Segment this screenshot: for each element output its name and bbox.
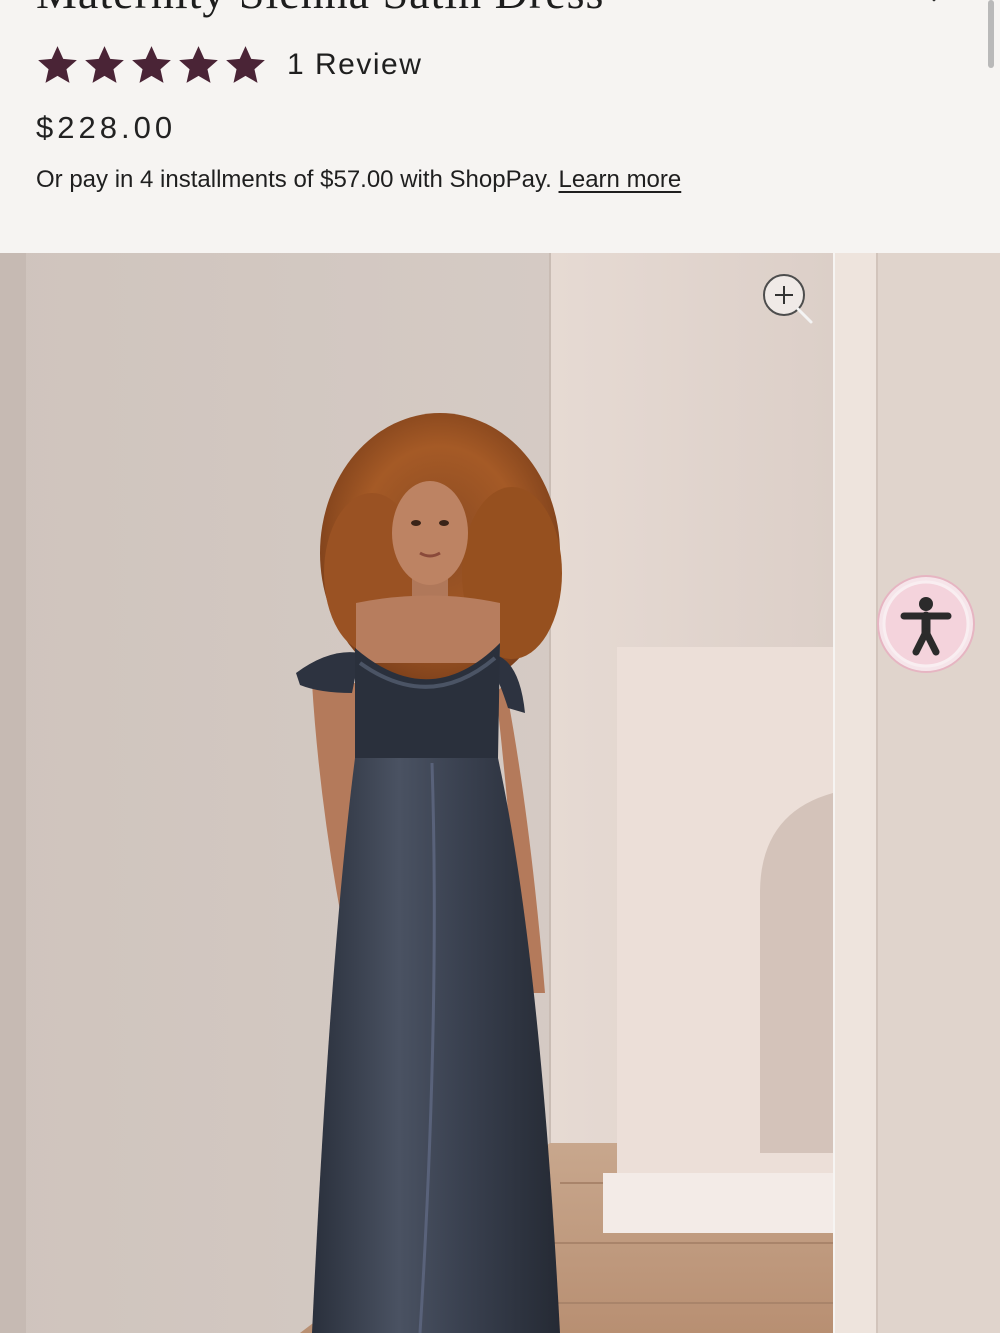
star-rating bbox=[36, 44, 267, 87]
product-image-main[interactable] bbox=[0, 253, 833, 1333]
product-image-gallery[interactable] bbox=[0, 253, 1000, 1333]
heart-icon[interactable] bbox=[916, 0, 952, 14]
star-icon bbox=[38, 45, 77, 83]
page-scrollbar[interactable] bbox=[988, 0, 994, 68]
product-photo bbox=[0, 253, 833, 1333]
star-icon bbox=[226, 45, 265, 83]
rating-row[interactable]: 1 Review bbox=[36, 42, 422, 88]
zoom-in-icon[interactable] bbox=[760, 271, 814, 325]
star-icon bbox=[179, 45, 218, 83]
accessibility-icon[interactable] bbox=[876, 574, 976, 674]
learn-more-link[interactable]: Learn more bbox=[559, 166, 682, 193]
product-price: $228.00 bbox=[36, 110, 177, 145]
star-icon bbox=[85, 45, 124, 83]
product-image-next[interactable] bbox=[835, 253, 1000, 1333]
review-count-link[interactable]: 1 Review bbox=[287, 48, 422, 82]
star-icon bbox=[132, 45, 171, 83]
installment-info: Or pay in 4 installments of $57.00 with … bbox=[36, 166, 681, 194]
installment-text: Or pay in 4 installments of $57.00 with … bbox=[36, 166, 552, 193]
product-title: Maternity Sienna Satin Dress bbox=[36, 0, 604, 19]
product-photo-next bbox=[835, 253, 1000, 1333]
